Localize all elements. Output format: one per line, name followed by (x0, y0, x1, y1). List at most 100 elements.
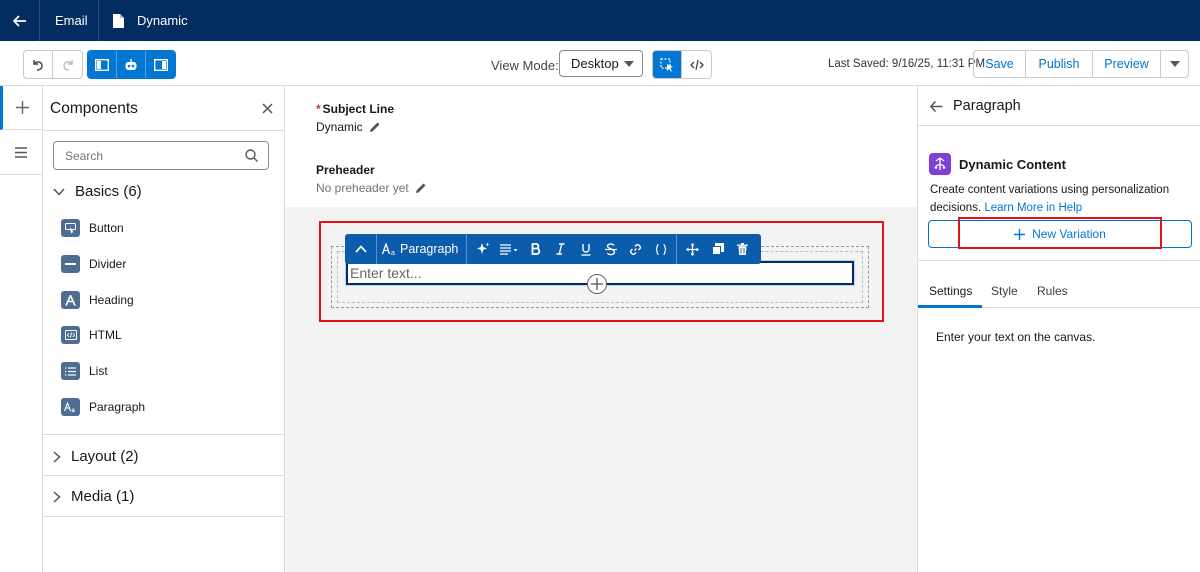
strikethrough-icon (604, 242, 617, 255)
panel-toggle-group (87, 50, 176, 79)
pencil-icon[interactable] (369, 121, 381, 133)
subject-line-label: * Subject Line (316, 102, 395, 116)
preview-button[interactable]: Preview (1093, 51, 1161, 77)
section-layout[interactable]: Layout (2) (53, 448, 139, 465)
search-icon (245, 149, 258, 162)
highlight-box (958, 217, 1162, 249)
canvas-view-button[interactable] (653, 51, 682, 78)
strikethrough-button[interactable] (598, 234, 623, 264)
learn-more-link[interactable]: Learn More in Help (984, 202, 1082, 214)
tab-dynamic[interactable]: Dynamic (113, 0, 188, 41)
dynamic-content-icon (929, 153, 951, 175)
active-tab-indicator (918, 305, 982, 308)
preview-robot-toggle[interactable] (117, 51, 146, 78)
paragraph-style-button[interactable]: a Paragraph (377, 234, 468, 264)
ai-assist-button[interactable] (470, 234, 495, 264)
arrow-left-icon[interactable] (930, 100, 943, 112)
outline-tab[interactable] (0, 130, 42, 175)
arrow-left-icon (12, 14, 26, 27)
tab-separator (98, 0, 99, 41)
view-mode-select[interactable]: Desktop (559, 50, 643, 77)
component-divider[interactable]: Divider (61, 255, 126, 273)
rich-text-toolbar: a Paragraph (345, 234, 761, 264)
tab-style[interactable]: Style (991, 284, 1018, 298)
section-basics[interactable]: Basics (6) (53, 183, 142, 200)
link-button[interactable] (623, 234, 648, 264)
chevron-down-icon (1169, 61, 1180, 67)
redo-button[interactable] (53, 51, 82, 78)
divider-component-icon (61, 255, 80, 273)
duplicate-button[interactable] (705, 234, 730, 264)
underline-button[interactable] (573, 234, 598, 264)
align-icon (500, 243, 518, 255)
italic-button[interactable] (548, 234, 573, 264)
svg-text:a: a (72, 408, 76, 413)
canvas-code-toggle-group (652, 50, 712, 79)
tab-rules[interactable]: Rules (1037, 284, 1068, 298)
html-component-icon (61, 326, 80, 344)
tab-email[interactable]: Email (55, 0, 88, 41)
add-block-button[interactable] (587, 274, 607, 294)
heading-component-icon (61, 291, 80, 309)
divider (43, 434, 285, 435)
properties-panel: Paragraph Dynamic Content Create content… (917, 86, 1200, 572)
close-icon (262, 103, 273, 114)
delete-icon (737, 243, 749, 255)
bold-button[interactable] (523, 234, 548, 264)
preheader-label: Preheader (316, 163, 375, 177)
panel-left-icon (95, 58, 109, 71)
move-icon (686, 242, 700, 256)
settings-hint-text: Enter your text on the canvas. (936, 330, 1096, 344)
add-components-tab[interactable] (0, 86, 42, 130)
align-button[interactable] (495, 234, 523, 264)
collapse-button[interactable] (348, 234, 373, 264)
editor-toolbar: View Mode: Desktop Last Saved: 9/16/25, … (0, 41, 1200, 86)
paragraph-component-icon: a (61, 398, 80, 416)
components-panel: Components Search Basics (6) Button Divi… (43, 86, 285, 572)
back-button[interactable] (0, 0, 40, 41)
link-icon (630, 243, 642, 255)
component-paragraph[interactable]: a Paragraph (61, 398, 145, 416)
left-rail (0, 86, 43, 572)
view-mode-label: View Mode: (491, 58, 559, 73)
canvas-select-icon (660, 57, 673, 71)
divider (918, 260, 1200, 261)
component-list[interactable]: List (61, 362, 108, 380)
list-component-icon (61, 362, 80, 380)
view-mode-value: Desktop (571, 56, 619, 71)
component-heading[interactable]: Heading (61, 291, 134, 309)
code-icon (689, 59, 704, 70)
sparkle-icon (476, 242, 490, 254)
subject-line-field[interactable]: Dynamic (316, 120, 381, 134)
redo-icon (62, 59, 73, 71)
move-button[interactable] (680, 234, 705, 264)
components-title: Components (50, 100, 138, 117)
right-panel-toggle[interactable] (146, 51, 175, 78)
chevron-down-icon (53, 187, 65, 196)
merge-field-button[interactable] (648, 234, 673, 264)
component-html[interactable]: HTML (61, 326, 122, 344)
merge-field-icon (655, 243, 667, 255)
list-icon (15, 146, 27, 158)
chevron-down-icon (624, 61, 634, 67)
code-view-button[interactable] (682, 51, 711, 78)
delete-button[interactable] (730, 234, 755, 264)
last-saved-text: Last Saved: 9/16/25, 11:31 PM (828, 58, 986, 70)
save-button[interactable]: Save (974, 51, 1026, 77)
underline-icon (581, 243, 591, 256)
panel-right-icon (153, 58, 168, 71)
component-button[interactable]: Button (61, 219, 124, 237)
preheader-field[interactable]: No preheader yet (316, 181, 427, 195)
search-input[interactable]: Search (53, 141, 269, 170)
tab-settings[interactable]: Settings (929, 284, 972, 298)
close-components-button[interactable] (262, 103, 273, 114)
properties-header: Paragraph (930, 98, 1021, 114)
undo-button[interactable] (24, 51, 53, 78)
more-actions-button[interactable] (1161, 51, 1188, 77)
pencil-icon[interactable] (415, 182, 427, 194)
divider (918, 125, 1200, 126)
publish-button[interactable]: Publish (1026, 51, 1093, 77)
dynamic-content-description: Create content variations using personal… (930, 184, 1170, 214)
left-panel-toggle[interactable] (88, 51, 117, 78)
section-media[interactable]: Media (1) (53, 488, 134, 505)
